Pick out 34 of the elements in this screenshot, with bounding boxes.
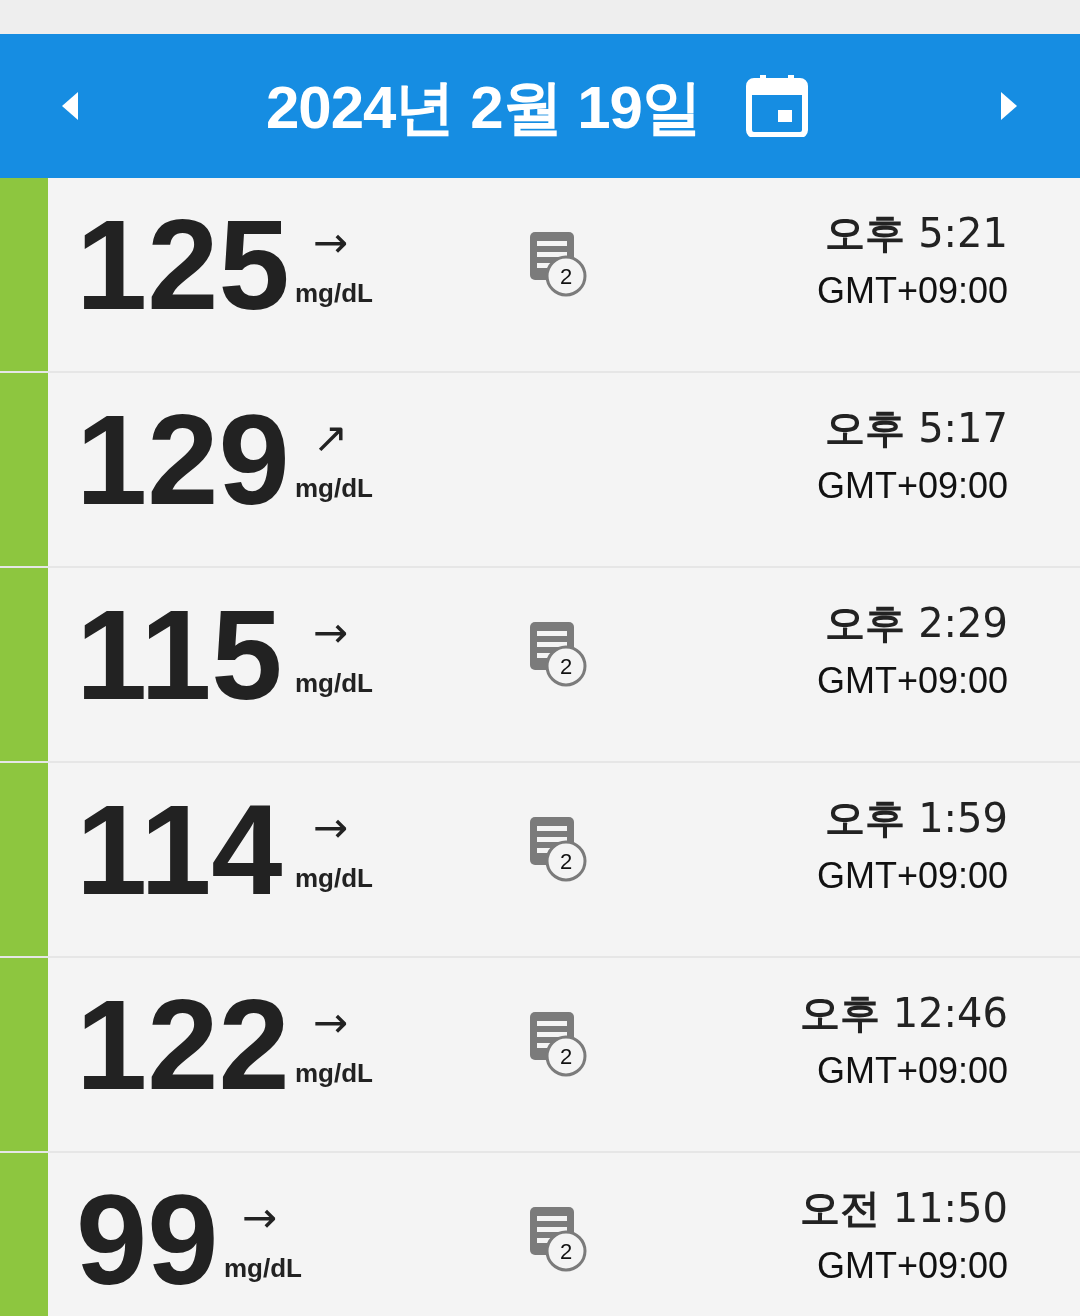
time-zone: GMT+09:00 <box>816 855 1008 897</box>
unit-label: mg/dL <box>295 473 373 504</box>
reading-time: 오전 11:50 <box>800 1184 1008 1233</box>
reading-time: 오후 5:21 <box>825 209 1008 258</box>
left-triangle-icon <box>62 92 78 120</box>
time-zone: GMT+09:00 <box>816 1050 1008 1092</box>
trend-arrow: → <box>313 1002 349 1044</box>
reading-time: 오후 2:29 <box>825 599 1008 648</box>
unit-label: mg/dL <box>295 1058 373 1089</box>
calendar-icon[interactable] <box>746 75 808 137</box>
date-title: 2024년 2월 19일 <box>266 73 701 143</box>
unit-label: mg/dL <box>295 863 373 894</box>
glucose-value: 125 <box>76 192 290 338</box>
time-zone: GMT+09:00 <box>816 660 1008 702</box>
trend-arrow: → <box>313 222 349 264</box>
trend-arrow: ↗ <box>313 417 349 459</box>
glucose-value: 115 <box>76 582 283 728</box>
right-triangle-icon <box>1001 92 1017 120</box>
trend-arrow: → <box>242 1197 278 1239</box>
unit-label: mg/dL <box>295 278 373 309</box>
glucose-value: 99 <box>76 1167 219 1313</box>
time-zone: GMT+09:00 <box>816 270 1008 312</box>
glucose-value: 129 <box>76 387 290 533</box>
reading-time: 오후 1:59 <box>825 794 1008 843</box>
time-zone: GMT+09:00 <box>816 1245 1008 1287</box>
unit-label: mg/dL <box>224 1253 302 1284</box>
reading-time: 오후 12:46 <box>800 989 1008 1038</box>
time-zone: GMT+09:00 <box>816 465 1008 507</box>
unit-label: mg/dL <box>295 668 373 699</box>
trend-arrow: → <box>313 612 349 654</box>
glucose-value: 114 <box>76 777 283 923</box>
trend-arrow: → <box>313 807 349 849</box>
reading-time: 오후 5:17 <box>825 404 1008 453</box>
glucose-value: 122 <box>76 972 290 1118</box>
